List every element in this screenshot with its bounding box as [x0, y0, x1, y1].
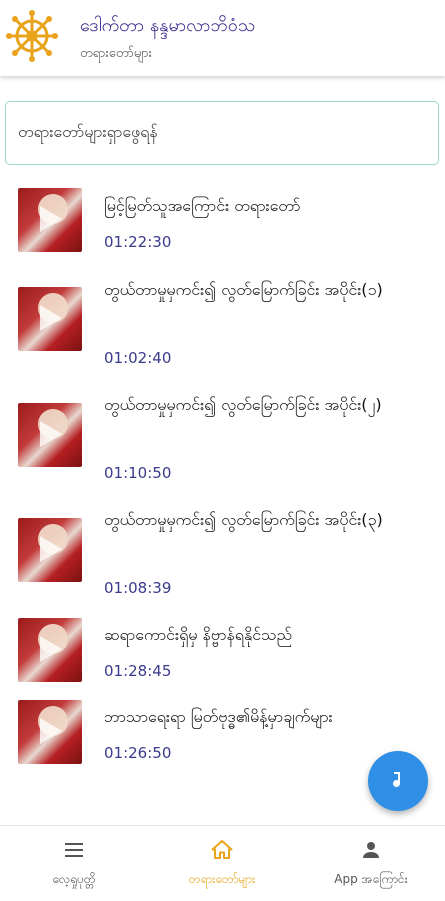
item-duration: 01:28:45 [104, 662, 172, 680]
item-duration: 01:26:50 [104, 744, 172, 762]
sermon-thumbnail [18, 518, 82, 582]
bottom-navigation: လေ့ရှုပုတ္တိ တရားတော်များ App အကြောင်း [0, 825, 445, 901]
app-subtitle: တရားတော်များ [80, 46, 152, 61]
play-icon [40, 305, 62, 331]
nav-item-about[interactable]: App အကြောင်း [297, 826, 445, 901]
item-title: တွယ်တာမှုမှကင်း၍ လွတ်မြောက်ခြင်း အပိုင်း… [104, 395, 382, 414]
nav-label: App အကြောင်း [334, 872, 408, 886]
search-input[interactable]: တရားတော်များရှာဖွေရန် [5, 101, 439, 165]
nav-label: တရားတော်များ [188, 872, 256, 886]
home-icon [210, 838, 234, 862]
play-icon [40, 636, 62, 662]
item-title: တွယ်တာမှုမှကင်း၍ လွတ်မြောက်ခြင်း အပိုင်း… [104, 510, 383, 529]
sermon-thumbnail [18, 287, 82, 351]
play-icon [40, 536, 62, 562]
item-duration: 01:10:50 [104, 464, 172, 482]
item-duration: 01:08:39 [104, 579, 172, 597]
play-icon [40, 206, 62, 232]
nav-item-sermons[interactable]: တရားတော်များ [148, 826, 296, 901]
play-icon [40, 421, 62, 447]
dharma-wheel-icon [6, 10, 58, 62]
item-duration: 01:22:30 [104, 233, 172, 251]
menu-icon [62, 838, 86, 862]
app-title: ဒေါက်တာ နန္ဒမာလာဘိဝံသ [80, 15, 256, 36]
nav-item-menu[interactable]: လေ့ရှုပုတ္တိ [0, 826, 148, 901]
nav-label: လေ့ရှုပုတ္တိ [52, 872, 96, 886]
item-title: တွယ်တာမှုမှကင်း၍ လွတ်မြောက်ခြင်း အပိုင်း… [104, 280, 383, 299]
app-header: ဒေါက်တာ နန္ဒမာလာဘိဝံသ တရားတော်များ [0, 0, 445, 76]
item-title: ဘာသာရေးရာ မြတ်ဗုဒ္ဓ၏မိန့်မှာချက်များ [104, 707, 333, 726]
sermon-thumbnail [18, 618, 82, 682]
play-icon [40, 718, 62, 744]
sermon-thumbnail [18, 700, 82, 764]
search-placeholder: တရားတော်များရှာဖွေရန် [18, 122, 158, 141]
item-title: ဆရာကောင်းရှိမှ နိဗ္ဗာန်ရနိုင်သည် [104, 625, 293, 644]
music-note-icon [393, 772, 400, 788]
sermon-thumbnail [18, 188, 82, 252]
person-icon [359, 838, 383, 862]
music-player-button[interactable] [368, 751, 428, 811]
item-duration: 01:02:40 [104, 349, 172, 367]
item-title: မြင့်မြတ်သူအကြောင်း တရားတော် [104, 196, 301, 215]
sermon-thumbnail [18, 403, 82, 467]
